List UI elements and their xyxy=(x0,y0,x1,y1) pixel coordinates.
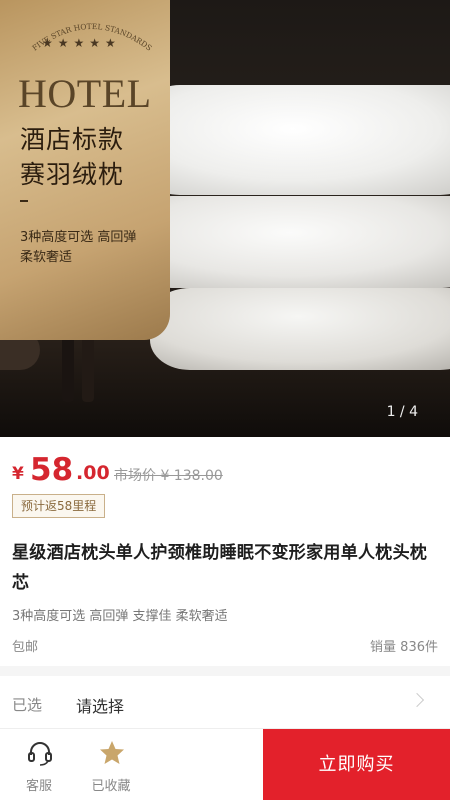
customer-service-label: 客服 xyxy=(25,779,52,794)
section-divider xyxy=(0,666,450,676)
product-feature-tags: 3种高度可选 高回弹 支撑佳 柔软奢适 xyxy=(12,609,228,624)
carousel-page-indicator: 1 / 4 xyxy=(386,404,418,420)
hero-title-line1: 酒店标款 xyxy=(20,125,125,154)
customer-service-button[interactable]: 客服 xyxy=(4,729,74,800)
hero-dash-divider xyxy=(20,200,28,202)
hero-subtitle-line1: 3种高度可选 高回弹 xyxy=(20,230,137,245)
headset-icon xyxy=(28,742,52,766)
product-title: 星级酒店枕头单人护颈椎助睡眠不变形家用单人枕头枕芯 xyxy=(12,543,428,593)
hero-subtitle-line2: 柔软奢适 xyxy=(20,250,73,265)
bottom-action-bar: 客服 已收藏 立即购买 xyxy=(0,728,450,800)
spec-label: 已选 xyxy=(12,696,43,714)
price-decimal: .00 xyxy=(76,462,110,484)
hero-gold-panel: FIVE STAR HOTEL STANDARDS ★★★★★ HOTEL 酒店… xyxy=(0,0,170,340)
mileage-reward-tag: 预计返58里程 xyxy=(12,494,106,518)
price-row: ¥ 58 .00 市场价 ¥ 138.00 xyxy=(12,452,432,492)
hero-title-line2: 赛羽绒枕 xyxy=(20,160,125,189)
star-icon xyxy=(100,741,124,764)
favorite-button[interactable]: 已收藏 xyxy=(76,729,146,800)
pillow-image-bottom xyxy=(150,288,450,370)
product-image-carousel[interactable]: FIVE STAR HOTEL STANDARDS ★★★★★ HOTEL 酒店… xyxy=(0,0,450,437)
buy-now-button[interactable]: 立即购买 xyxy=(263,729,450,800)
shipping-info: 包邮 xyxy=(12,640,39,655)
product-detail-page: FIVE STAR HOTEL STANDARDS ★★★★★ HOTEL 酒店… xyxy=(0,0,450,800)
spec-value: 请选择 xyxy=(76,697,125,716)
stars-decoration: ★★★★★ xyxy=(42,36,121,50)
pillow-image-middle xyxy=(132,196,450,288)
market-price: 市场价 ¥ 138.00 xyxy=(114,468,223,484)
currency-symbol: ¥ xyxy=(12,464,24,484)
pillow-image-top xyxy=(140,85,450,195)
price-integer: 58 xyxy=(30,452,74,488)
sales-count: 销量 836件 xyxy=(370,640,438,655)
hotel-heading: HOTEL xyxy=(18,71,152,116)
spec-selector-row[interactable]: 已选 请选择 xyxy=(0,680,450,724)
favorite-label: 已收藏 xyxy=(91,779,131,794)
chevron-right-icon xyxy=(409,692,425,708)
